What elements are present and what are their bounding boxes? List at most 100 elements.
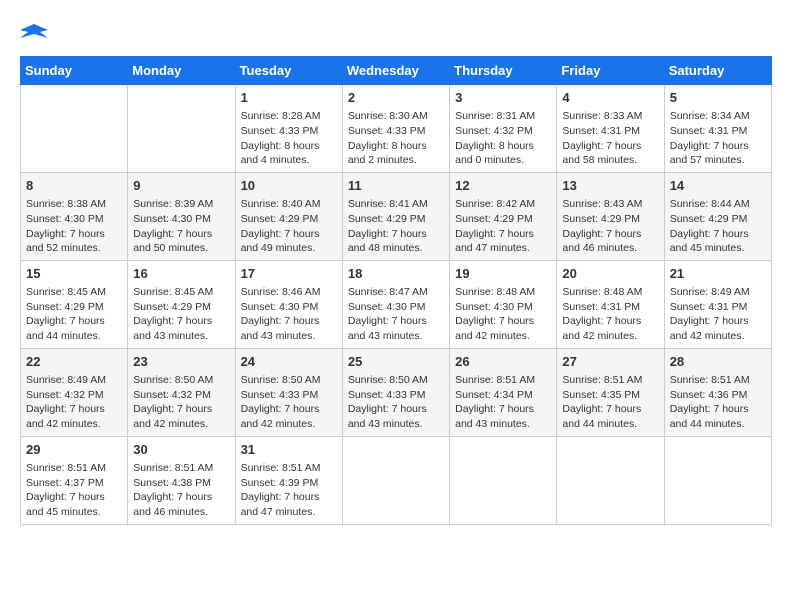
- day-number: 28: [670, 353, 766, 371]
- sunset-text: Sunset: 4:29 PM: [26, 301, 104, 313]
- calendar-cell: 29Sunrise: 8:51 AMSunset: 4:37 PMDayligh…: [21, 436, 128, 524]
- calendar-cell: 25Sunrise: 8:50 AMSunset: 4:33 PMDayligh…: [342, 348, 449, 436]
- day-number: 1: [241, 89, 337, 107]
- calendar-cell: 15Sunrise: 8:45 AMSunset: 4:29 PMDayligh…: [21, 260, 128, 348]
- calendar-cell: [557, 436, 664, 524]
- day-number: 25: [348, 353, 444, 371]
- page-header: [20, 20, 772, 48]
- day-number: 30: [133, 441, 229, 459]
- day-number: 23: [133, 353, 229, 371]
- sunset-text: Sunset: 4:30 PM: [241, 301, 319, 313]
- day-number: 3: [455, 89, 551, 107]
- daylight-text: Daylight: 7 hours and 42 minutes.: [562, 315, 641, 342]
- sunset-text: Sunset: 4:33 PM: [241, 125, 319, 137]
- sunrise-text: Sunrise: 8:48 AM: [455, 286, 535, 298]
- sunrise-text: Sunrise: 8:50 AM: [133, 374, 213, 386]
- daylight-text: Daylight: 7 hours and 47 minutes.: [455, 228, 534, 255]
- sunset-text: Sunset: 4:32 PM: [455, 125, 533, 137]
- sunset-text: Sunset: 4:30 PM: [348, 301, 426, 313]
- sunrise-text: Sunrise: 8:51 AM: [241, 462, 321, 474]
- calendar-cell: 4Sunrise: 8:33 AMSunset: 4:31 PMDaylight…: [557, 85, 664, 173]
- calendar-cell: 10 Sunrise: 8:40 AM Sunset: 4:29 PM Dayligh…: [235, 172, 342, 260]
- sunset-text: Sunset: 4:31 PM: [670, 301, 748, 313]
- sunset-text: Sunset: 4:39 PM: [241, 477, 319, 489]
- daylight-text: Daylight: 7 hours and 58 minutes.: [562, 140, 641, 167]
- daylight-text: Daylight: 7 hours and 42 minutes.: [26, 403, 105, 430]
- calendar-week-1: 1Sunrise: 8:28 AMSunset: 4:33 PMDaylight…: [21, 85, 772, 173]
- day-number: 4: [562, 89, 658, 107]
- sunrise-text: Sunrise: 8:51 AM: [670, 374, 750, 386]
- calendar-week-2: 8Sunrise: 8:38 AMSunset: 4:30 PMDaylight…: [21, 172, 772, 260]
- day-number: 10: [241, 177, 337, 195]
- sunrise-text: Sunrise: 8:45 AM: [133, 286, 213, 298]
- sunrise-text: Sunrise: 8:51 AM: [133, 462, 213, 474]
- day-number: 27: [562, 353, 658, 371]
- calendar-cell: 21Sunrise: 8:49 AMSunset: 4:31 PMDayligh…: [664, 260, 771, 348]
- sunrise-text: Sunrise: 8:50 AM: [241, 374, 321, 386]
- calendar-cell: 24Sunrise: 8:50 AMSunset: 4:33 PMDayligh…: [235, 348, 342, 436]
- calendar-cell: 27Sunrise: 8:51 AMSunset: 4:35 PMDayligh…: [557, 348, 664, 436]
- daylight-text: Daylight: 7 hours and 42 minutes.: [455, 315, 534, 342]
- calendar-cell: 9Sunrise: 8:39 AMSunset: 4:30 PMDaylight…: [128, 172, 235, 260]
- sunset-text: Sunset: 4:33 PM: [348, 125, 426, 137]
- day-number: 2: [348, 89, 444, 107]
- calendar-cell: [664, 436, 771, 524]
- sunrise-text: Sunrise: 8:41 AM: [348, 198, 428, 210]
- sunrise-text: Sunrise: 8:42 AM: [455, 198, 535, 210]
- calendar-cell: 8Sunrise: 8:38 AMSunset: 4:30 PMDaylight…: [21, 172, 128, 260]
- calendar-cell: 20Sunrise: 8:48 AMSunset: 4:31 PMDayligh…: [557, 260, 664, 348]
- sunrise-text: Sunrise: 8:51 AM: [562, 374, 642, 386]
- sunset-text: Sunset: 4:29 PM: [562, 213, 640, 225]
- daylight-text: Daylight: 7 hours and 45 minutes.: [26, 491, 105, 518]
- day-number: 15: [26, 265, 122, 283]
- daylight-text: Daylight: 8 hours and 2 minutes.: [348, 140, 427, 167]
- daylight-text: Daylight: 7 hours and 42 minutes.: [241, 403, 320, 430]
- day-header-monday: Monday: [128, 57, 235, 85]
- sunset-text: Sunset: 4:36 PM: [670, 389, 748, 401]
- calendar-cell: [21, 85, 128, 173]
- daylight-text: Daylight: 7 hours and 46 minutes.: [133, 491, 212, 518]
- day-header-friday: Friday: [557, 57, 664, 85]
- calendar-table: SundayMondayTuesdayWednesdayThursdayFrid…: [20, 56, 772, 525]
- sunset-text: Sunset: 4:35 PM: [562, 389, 640, 401]
- calendar-cell: 3Sunrise: 8:31 AMSunset: 4:32 PMDaylight…: [450, 85, 557, 173]
- calendar-cell: [450, 436, 557, 524]
- day-number: 21: [670, 265, 766, 283]
- sunrise-text: Sunrise: 8:49 AM: [670, 286, 750, 298]
- daylight-text: Daylight: 7 hours and 52 minutes.: [26, 228, 105, 255]
- daylight-text: Daylight: 7 hours and 43 minutes.: [133, 315, 212, 342]
- daylight-text: Daylight: 7 hours and 43 minutes.: [348, 315, 427, 342]
- daylight-text: Daylight: 7 hours and 50 minutes.: [133, 228, 212, 255]
- day-number: 14: [670, 177, 766, 195]
- sunrise-text: Sunrise: 8:51 AM: [26, 462, 106, 474]
- sunset-text: Sunset: 4:30 PM: [455, 301, 533, 313]
- calendar-cell: 17Sunrise: 8:46 AMSunset: 4:30 PMDayligh…: [235, 260, 342, 348]
- sunset-text: Sunset: 4:31 PM: [562, 301, 640, 313]
- daylight-text: Daylight: 7 hours and 44 minutes.: [26, 315, 105, 342]
- sunset-text: Sunset: 4:29 PM: [241, 213, 319, 225]
- sunrise-text: Sunrise: 8:44 AM: [670, 198, 750, 210]
- sunset-text: Sunset: 4:34 PM: [455, 389, 533, 401]
- sunrise-text: Sunrise: 8:51 AM: [455, 374, 535, 386]
- daylight-text: Daylight: 7 hours and 49 minutes.: [241, 228, 320, 255]
- sunset-text: Sunset: 4:29 PM: [455, 213, 533, 225]
- calendar-cell: 14Sunrise: 8:44 AMSunset: 4:29 PMDayligh…: [664, 172, 771, 260]
- sunrise-text: Sunrise: 8:39 AM: [133, 198, 213, 210]
- day-header-wednesday: Wednesday: [342, 57, 449, 85]
- daylight-text: Daylight: 7 hours and 43 minutes.: [455, 403, 534, 430]
- sunrise-text: Sunrise: 8:40 AM: [241, 198, 321, 210]
- calendar-header-row: SundayMondayTuesdayWednesdayThursdayFrid…: [21, 57, 772, 85]
- day-number: 16: [133, 265, 229, 283]
- calendar-cell: [128, 85, 235, 173]
- logo-icon: [20, 20, 48, 48]
- sunset-text: Sunset: 4:29 PM: [133, 301, 211, 313]
- daylight-text: Daylight: 7 hours and 43 minutes.: [241, 315, 320, 342]
- sunset-text: Sunset: 4:29 PM: [670, 213, 748, 225]
- logo: [20, 20, 52, 48]
- day-number: 5: [670, 89, 766, 107]
- daylight-text: Daylight: 7 hours and 42 minutes.: [133, 403, 212, 430]
- sunset-text: Sunset: 4:32 PM: [133, 389, 211, 401]
- calendar-week-3: 15 Sunrise: 8:45 AM Sunset: 4:29 PM Dayligh…: [21, 260, 772, 348]
- day-number: 19: [455, 265, 551, 283]
- sunset-text: Sunset: 4:33 PM: [241, 389, 319, 401]
